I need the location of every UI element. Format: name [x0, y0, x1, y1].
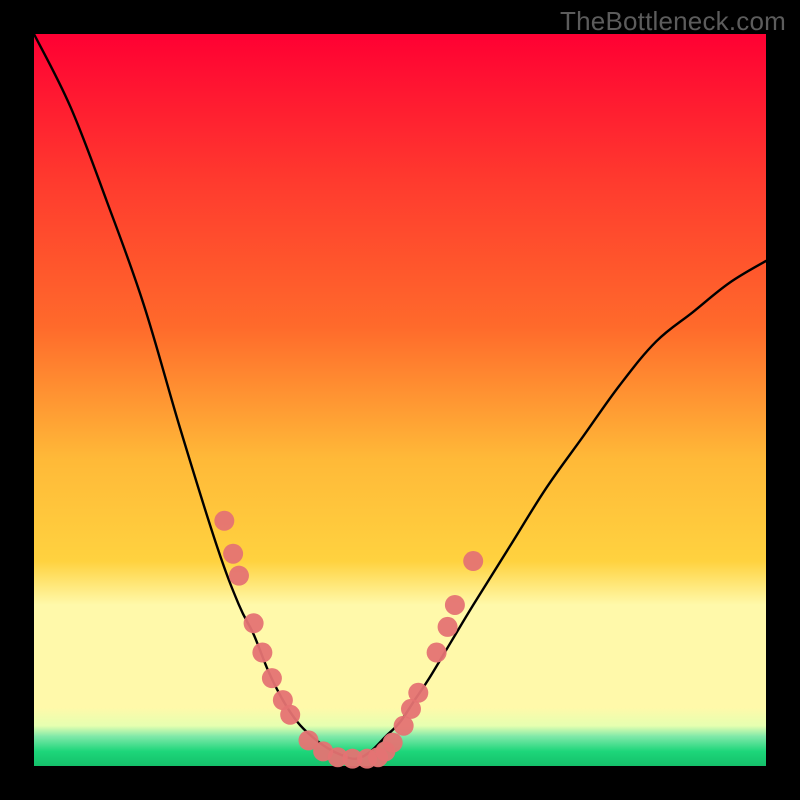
scatter-point	[383, 733, 403, 753]
scatter-point	[252, 643, 272, 663]
scatter-point	[280, 705, 300, 725]
scatter-point	[438, 617, 458, 637]
plot-area	[34, 34, 766, 766]
scatter-point	[427, 643, 447, 663]
scatter-point	[244, 613, 264, 633]
watermark-text: TheBottleneck.com	[560, 6, 786, 37]
scatter-point	[408, 683, 428, 703]
scatter-point	[445, 595, 465, 615]
scatter-point	[262, 668, 282, 688]
chart-svg	[0, 0, 800, 800]
scatter-point	[223, 544, 243, 564]
chart-container: TheBottleneck.com	[0, 0, 800, 800]
scatter-point	[463, 551, 483, 571]
scatter-point	[214, 511, 234, 531]
scatter-point	[229, 566, 249, 586]
